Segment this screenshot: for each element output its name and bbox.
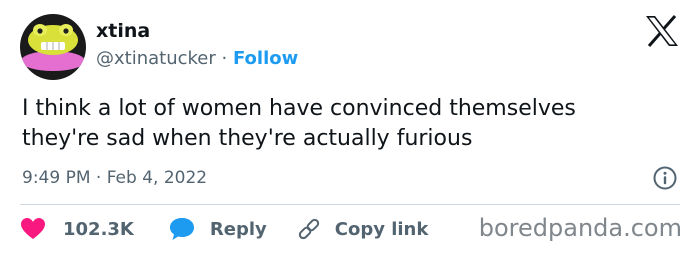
tweet-text-line: I think a lot of women have convinced th… <box>22 96 576 121</box>
avatar-image <box>20 14 86 80</box>
x-logo-icon[interactable] <box>644 14 680 48</box>
action-bar: 102.3K Reply Copy link <box>20 214 428 244</box>
tweet-text-line: they're sad when they're actually furiou… <box>22 126 473 151</box>
follow-button[interactable]: Follow <box>233 48 298 69</box>
separator-dot: · <box>221 48 228 69</box>
reply-button[interactable]: Reply <box>169 217 267 241</box>
timestamp[interactable]: 9:49 PM · Feb 4, 2022 <box>22 167 207 189</box>
info-icon[interactable] <box>652 165 678 191</box>
like-count: 102.3K <box>63 218 134 240</box>
avatar[interactable] <box>20 14 86 80</box>
tweet-text: I think a lot of women have convinced th… <box>22 94 682 154</box>
divider <box>20 204 680 205</box>
heart-icon <box>21 218 45 239</box>
reply-label: Reply <box>209 218 267 240</box>
speech-bubble-icon <box>169 218 194 240</box>
handle-row: @xtinatucker · Follow <box>96 47 298 71</box>
display-name[interactable]: xtina <box>96 19 150 43</box>
copy-link-button[interactable]: Copy link <box>297 217 429 241</box>
link-icon <box>298 218 319 240</box>
copy-link-label: Copy link <box>334 218 429 240</box>
like-button[interactable]: 102.3K <box>20 217 134 241</box>
watermark: boredpanda.com <box>478 214 682 242</box>
user-handle[interactable]: @xtinatucker <box>96 48 216 69</box>
